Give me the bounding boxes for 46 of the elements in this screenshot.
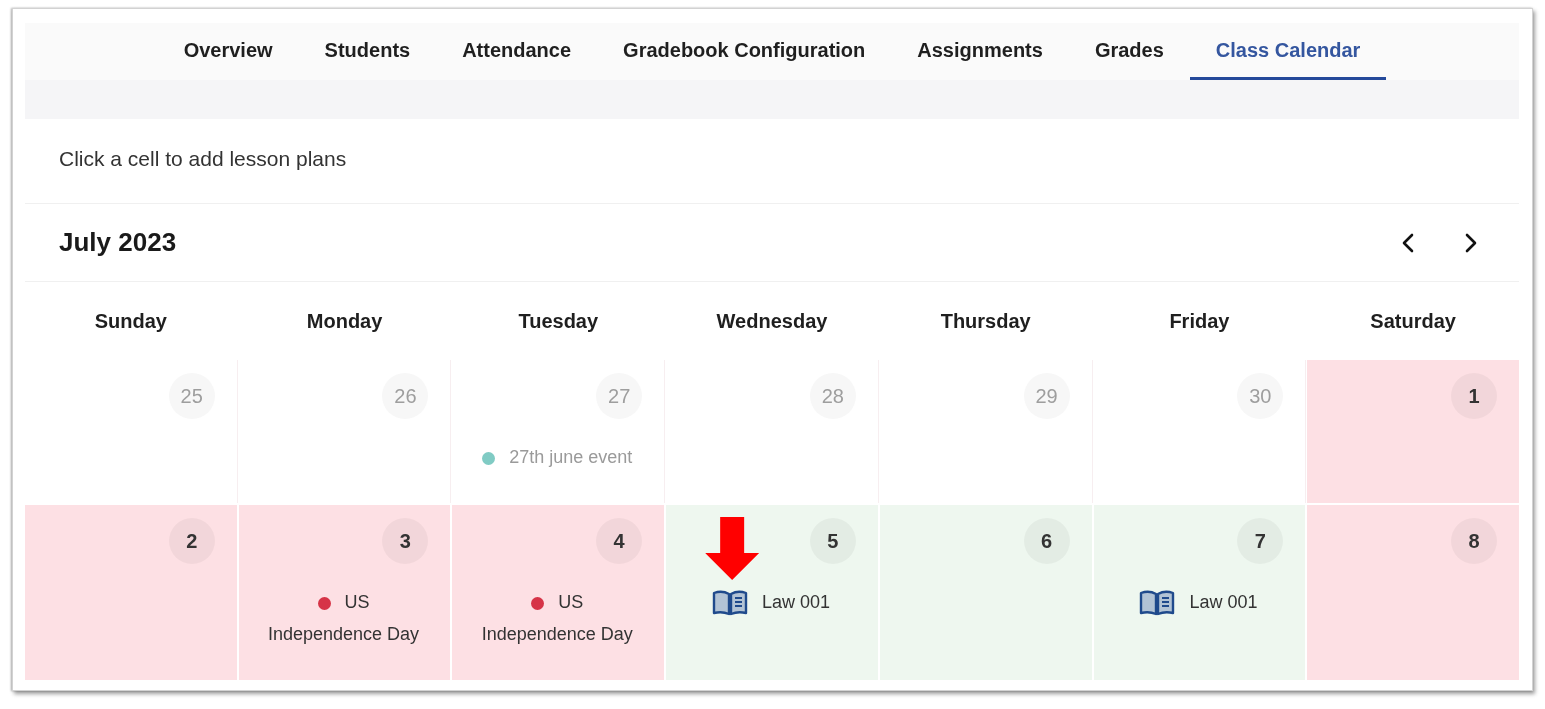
chevron-left-icon bbox=[1401, 232, 1415, 253]
day-number: 25 bbox=[168, 373, 215, 419]
day-number: 29 bbox=[1023, 373, 1070, 419]
day-cell[interactable]: 4 US Independence Day bbox=[452, 505, 665, 680]
day-cell[interactable]: 1 bbox=[1307, 360, 1519, 503]
day-number: 30 bbox=[1237, 373, 1284, 419]
book-icon bbox=[711, 588, 748, 616]
day-number: 7 bbox=[1237, 518, 1284, 564]
day-cell[interactable]: 8 bbox=[1307, 505, 1519, 680]
weekday-header: Sunday bbox=[94, 309, 167, 332]
tab[interactable]: Assignments bbox=[891, 23, 1069, 80]
day-number: 8 bbox=[1451, 518, 1497, 564]
weekday-header: Tuesday bbox=[518, 309, 599, 332]
weekday-header: Monday bbox=[306, 309, 383, 332]
tab[interactable]: Students bbox=[298, 23, 437, 80]
day-number: 2 bbox=[168, 518, 215, 564]
day-cell[interactable]: 5 Law 001 bbox=[666, 505, 878, 680]
book-icon bbox=[1139, 588, 1176, 616]
instruction-text: Click a cell to add lesson plans bbox=[59, 147, 347, 171]
weekday-header: Wednesday bbox=[716, 309, 828, 332]
day-number: 26 bbox=[382, 373, 429, 419]
lesson-label: Law 001 bbox=[1189, 591, 1258, 614]
tab[interactable]: Overview bbox=[157, 23, 299, 80]
event-label: US Independence Day bbox=[481, 592, 633, 644]
event-label: US Independence Day bbox=[268, 592, 420, 644]
day-number: 5 bbox=[809, 518, 856, 564]
day-cell[interactable]: 7 Law 001 bbox=[1093, 505, 1306, 680]
weekday-header: Thursday bbox=[940, 309, 1031, 332]
tab[interactable]: Grades bbox=[1068, 23, 1190, 80]
event-label: 27th june event bbox=[509, 447, 633, 467]
day-cell[interactable]: 2 bbox=[25, 505, 237, 680]
day-cell[interactable]: 3 US Independence Day bbox=[238, 505, 451, 680]
month-title: July 2023 bbox=[59, 227, 177, 258]
tab[interactable]: Attendance bbox=[436, 23, 598, 80]
day-number: 4 bbox=[596, 518, 643, 564]
lesson-label: Law 001 bbox=[761, 591, 830, 614]
weekday-header: Friday bbox=[1169, 309, 1230, 332]
chevron-right-icon bbox=[1464, 232, 1478, 253]
day-number: 27 bbox=[596, 373, 643, 419]
day-number: 3 bbox=[382, 518, 429, 564]
day-number: 28 bbox=[809, 373, 856, 419]
tab[interactable]: Gradebook Configuration bbox=[597, 23, 892, 80]
day-number: 1 bbox=[1451, 373, 1497, 419]
day-number: 6 bbox=[1023, 518, 1070, 564]
day-cell[interactable]: 6 bbox=[879, 505, 1092, 680]
weekday-header: Saturday bbox=[1370, 309, 1456, 332]
